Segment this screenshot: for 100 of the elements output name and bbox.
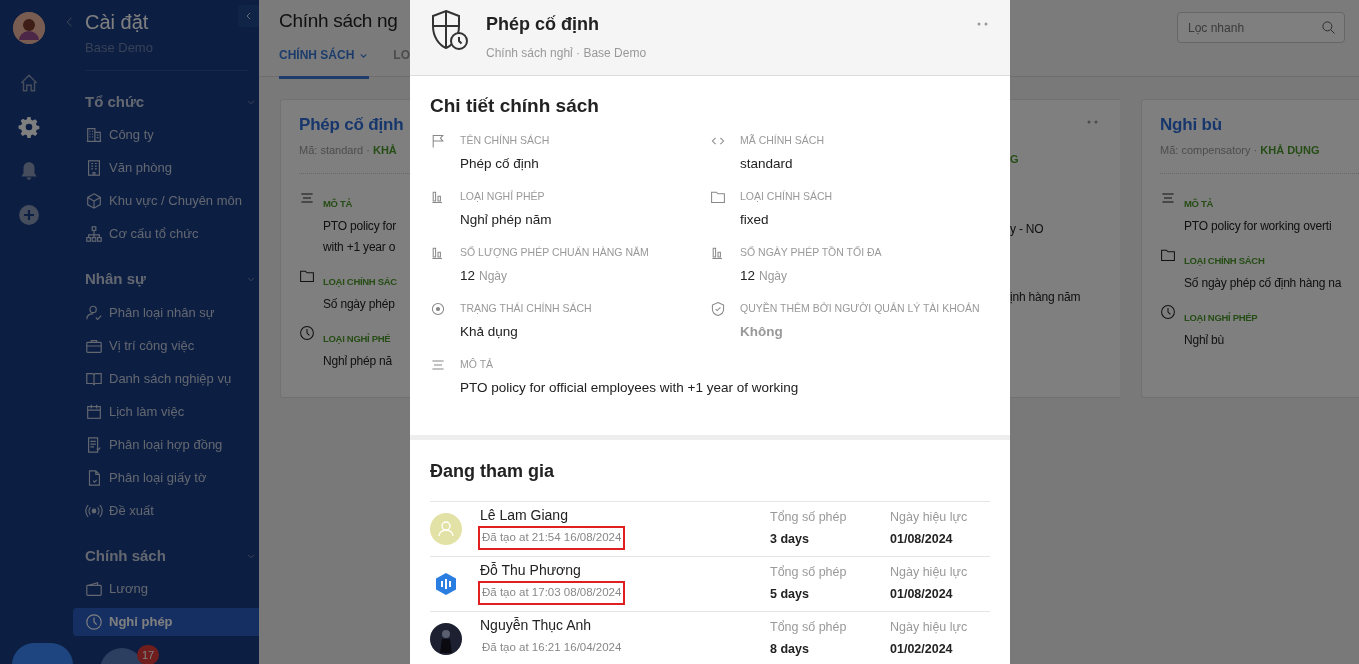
sidebar-item[interactable]: Danh sách nghiệp vụ [73,364,259,393]
sidebar-item[interactable]: Công ty [73,121,259,149]
card-status: G [1010,152,1019,167]
column-label: Tổng số phép [770,619,848,637]
field-value: PTO policy for working overti [1184,217,1332,235]
member-name[interactable]: Lê Lam Giang [480,507,770,525]
leave-total: 8 days [770,641,810,658]
field-label: LOẠI CHÍNH SÁCH [740,188,833,204]
sidebar-item[interactable]: Phân loại hợp đồng [73,430,259,459]
column-label: Ngày hiệu lực [890,509,969,527]
sidebar-item[interactable]: Văn phòng [73,154,259,182]
field-label: MÔ TẢ [323,196,353,211]
group-heading: Nhân sự [85,269,146,289]
field-value: ịnh hàng năm [1010,288,1081,306]
field-value: 12 Ngày [740,267,789,286]
section-title: Chi tiết chính sách [430,94,600,118]
effective-date: 01/08/2024 [890,531,954,548]
field-value: y - NO [1010,220,1044,238]
column-label: Ngày hiệu lực [890,564,969,582]
user-check-icon [85,303,103,322]
leave-total: 5 days [770,586,810,603]
column-label: Ngày hiệu lực [890,619,969,637]
sidebar-item[interactable]: Nghỉ phép [73,608,259,636]
field-value: with +1 year o [323,238,396,256]
sidebar-item[interactable]: Cơ cấu tổ chức [73,220,259,248]
member-name[interactable]: Nguyễn Thục Anh [480,617,770,635]
org-chart-icon [85,225,103,243]
sidebar-item[interactable]: Khu vực / Chuyên môn [73,187,259,215]
field-label: TÊN CHÍNH SÁCH [460,132,550,148]
field-value: fixed [740,211,770,230]
card-title[interactable]: Nghỉ bù [1160,114,1222,136]
tab[interactable]: CHÍNH SÁCH [279,46,370,79]
group-heading: Tổ chức [85,91,145,112]
group-heading: Chính sách [85,545,166,566]
sidebar-item[interactable]: Đề xuất [73,496,259,525]
sidebar-title: Cài đặt [85,10,150,34]
field-value: Nghỉ phép nă [323,352,392,370]
leave-total: 3 days [770,531,810,548]
plus-icon[interactable] [18,204,40,226]
field-label: LOẠI CHÍNH SÁCH [1184,253,1265,268]
field-value: Số ngày phép [323,295,395,313]
avatar-icon [430,622,462,655]
sidebar-item[interactable]: Phân loại nhân sự [73,298,259,327]
shield-clock-icon [430,8,470,52]
flag-icon [430,132,446,149]
collapse-button[interactable] [238,5,259,27]
field-label: MÔ TẢ [460,356,495,372]
modal-subtitle: Chính sách nghỉ · Base Demo [486,45,648,62]
created-time: Đã tạo at 17:03 08/08/2024 [478,581,626,605]
clock-icon [1160,303,1176,320]
field-label: TRẠNG THÁI CHÍNH SÁCH [460,300,592,316]
field-label: MÃ CHÍNH SÁCH [740,132,824,148]
calendar-icon [85,402,103,421]
target-icon [430,300,446,317]
section-title: Đang tham gia [430,459,555,483]
modal-title: Phép cố định [486,13,600,36]
field-value: PTO policy for official employees with +1 year of working [460,379,799,398]
field-value: Khả dụng [460,323,519,342]
field-value: 12 Ngày [460,267,509,286]
field-label: LOẠI CHÍNH SÁC [323,274,397,289]
bell-icon[interactable] [18,160,40,182]
effective-date: 01/02/2024 [890,641,954,658]
more-button[interactable] [976,22,990,28]
field-value: standard [740,155,794,174]
sidebar-item[interactable]: Vị trí công việc [73,331,259,360]
sidebar-item[interactable]: Lương [73,575,259,603]
avatar-icon [430,512,462,545]
office-building-icon [85,159,103,177]
member-name[interactable]: Đỗ Thu Phương [480,562,770,580]
clock-icon [299,324,315,341]
effective-date: 01/08/2024 [890,586,954,603]
wallet-icon [85,580,103,598]
home-icon[interactable] [18,72,40,94]
field-label: LOẠI NGHỈ PHÉP [460,188,546,204]
column-label: Tổng số phép [770,564,848,582]
field-label: SỐ NGÀY PHÉP TỒN TỐI ĐA [740,244,882,260]
field-value: PTO policy for [323,217,396,235]
avatar-icon[interactable] [13,12,45,44]
field-label: MÔ TẢ [1184,196,1214,211]
field-value: Nghỉ bù [1184,331,1224,349]
page-title: Chính sách ng [279,9,398,33]
search-field[interactable]: Lọc nhanh [1177,12,1345,43]
sidebar-item[interactable]: Phân loại giấy tờ [73,463,259,492]
field-value: Không [740,323,784,342]
field-label: SỐ LƯỢNG PHÉP CHUẨN HÀNG NĂM [460,244,649,260]
field-label: LOẠI NGHỈ PHÉ [323,331,391,346]
field-label: QUYỀN THÊM BỞI NGƯỜI QUẢN LÝ TÀI KHOẢN [740,300,980,316]
settings-icon[interactable] [18,116,40,138]
card-title[interactable]: Phép cố định [299,114,404,136]
field-value: Số ngày phép cố định hàng na [1184,274,1342,292]
field-label: LOẠI NGHỈ PHÉP [1184,310,1258,325]
sidebar-item[interactable]: Lịch làm việc [73,397,259,426]
created-time: Đã tạo at 16:21 16/04/2024 [481,640,623,656]
column-label: Tổng số phép [770,509,848,527]
document-icon [85,435,103,454]
cube-icon [85,192,103,210]
created-time: Đã tạo at 21:54 16/08/2024 [478,526,626,550]
search-icon [1321,20,1336,35]
field-value: Nghỉ phép năm [460,211,552,230]
field-value: Phép cố định [460,155,540,174]
